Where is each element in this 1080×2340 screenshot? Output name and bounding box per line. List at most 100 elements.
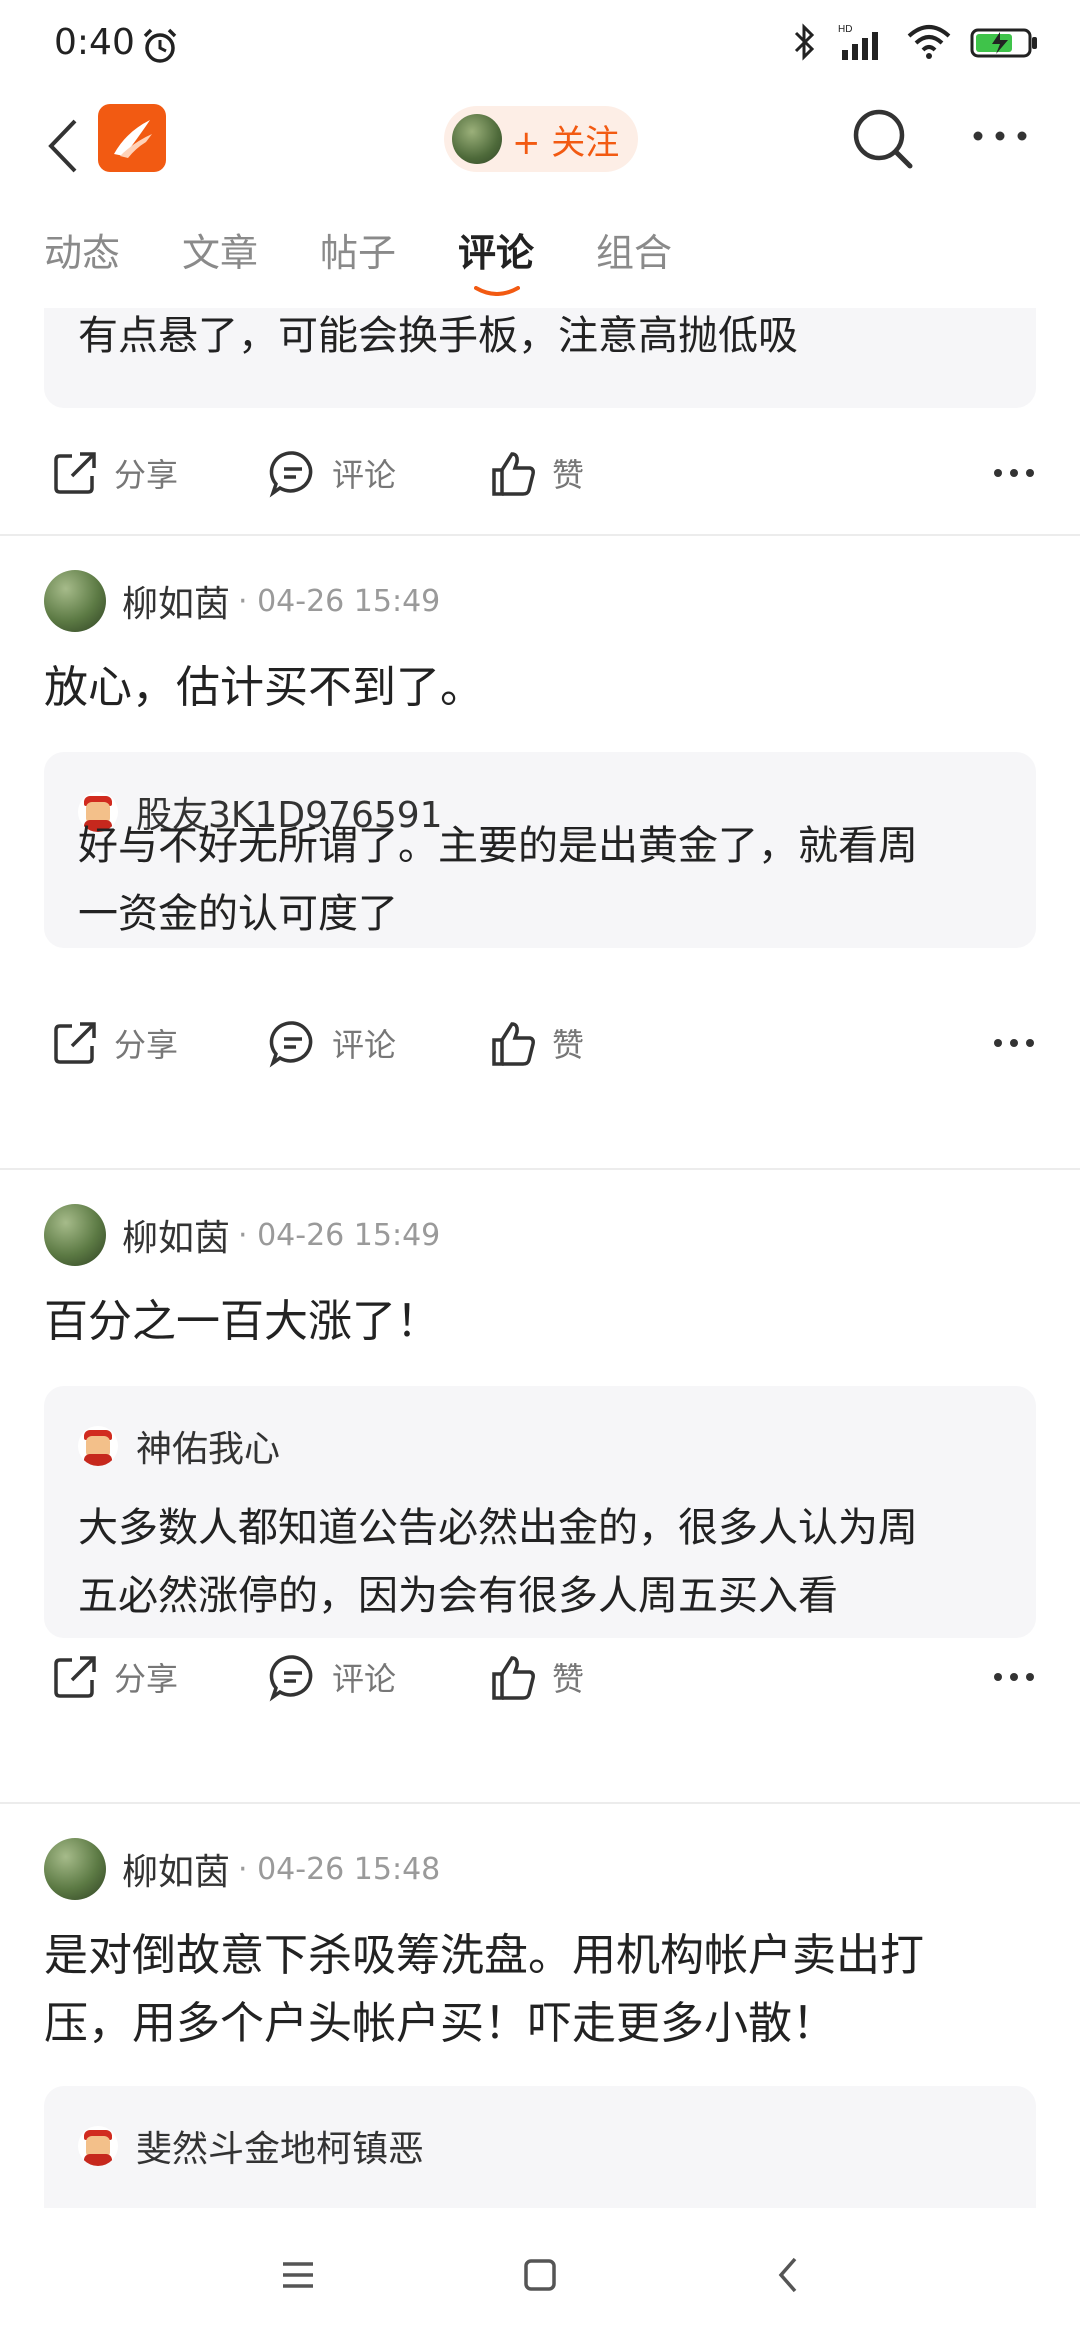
avatar[interactable] bbox=[44, 1204, 106, 1266]
status-bar: 0:40 HD bbox=[0, 0, 1080, 96]
author-name[interactable]: 柳如茵 bbox=[122, 575, 230, 627]
comment-icon bbox=[269, 451, 313, 498]
more-dots-icon[interactable] bbox=[992, 1028, 1036, 1058]
author-row[interactable]: 柳如茵 · 04-26 15:49 bbox=[44, 1202, 440, 1268]
thumbs-up-icon bbox=[492, 1022, 535, 1066]
share-icon bbox=[54, 452, 96, 494]
post-text[interactable]: 百分之一百大涨了！ bbox=[44, 1288, 1034, 1356]
avatar bbox=[78, 1426, 118, 1466]
share-button[interactable]: 分享 bbox=[50, 998, 178, 1088]
avatar[interactable] bbox=[44, 570, 106, 632]
author-row[interactable]: 柳如茵 · 04-26 15:48 bbox=[44, 1836, 440, 1902]
author-name[interactable]: 柳如茵 bbox=[122, 1209, 230, 1261]
quote-text-container: 好与不好无所谓了。主要的是出黄金了，就看周 一资金的认可度了 bbox=[44, 752, 1036, 1004]
divider bbox=[0, 534, 1080, 536]
logo-icon bbox=[114, 120, 152, 158]
wifi-icon bbox=[906, 22, 952, 66]
menu-button[interactable] bbox=[268, 2250, 328, 2300]
chevron-left-icon bbox=[48, 119, 77, 173]
like-label: 赞 bbox=[552, 456, 585, 494]
cellular-signal-icon: HD bbox=[838, 22, 888, 66]
comment-button[interactable]: 评论 bbox=[268, 1632, 396, 1722]
share-icon bbox=[54, 1022, 96, 1064]
share-icon bbox=[54, 1656, 96, 1698]
comment-icon bbox=[269, 1655, 313, 1702]
bluetooth-icon bbox=[790, 22, 820, 66]
post-text-line[interactable]: 是对倒故意下杀吸筹洗盘。用机构帐户卖出打 bbox=[44, 1922, 1034, 1990]
more-menu-button[interactable] bbox=[970, 116, 1030, 156]
share-button[interactable]: 分享 bbox=[50, 428, 178, 518]
svg-text:HD: HD bbox=[838, 24, 852, 35]
action-bar: 分享 评论 赞 bbox=[0, 1632, 1080, 1722]
share-label: 分享 bbox=[114, 1026, 179, 1064]
system-navigation-bar bbox=[0, 2210, 1080, 2340]
quoted-comment[interactable]: 神佑我心 大多数人都知道公告必然出金的，很多人认为周 五必然涨停的，因为会有很多… bbox=[44, 1386, 1036, 1638]
author-row[interactable]: 柳如茵 · 04-26 15:49 bbox=[44, 568, 440, 634]
action-bar: 分享 评论 赞 bbox=[0, 428, 1080, 518]
thumbs-up-icon bbox=[492, 1656, 535, 1700]
comment-feed: 有点悬了，可能会换手板，注意高抛低吸 分享 评论 赞 柳如茵 · 04-26 1… bbox=[0, 308, 1080, 2208]
like-button[interactable]: 赞 bbox=[488, 428, 584, 518]
comment-icon bbox=[269, 1021, 313, 1068]
tab-posts[interactable]: 帖子 bbox=[320, 222, 396, 277]
quote-text-line: 大多数人都知道公告必然出金的，很多人认为周 bbox=[78, 1505, 918, 1551]
post-time: · 04-26 15:48 bbox=[238, 1851, 441, 1887]
quoted-comment[interactable]: 有点悬了，可能会换手板，注意高抛低吸 bbox=[44, 308, 1036, 408]
avatar bbox=[452, 114, 502, 164]
post-time: · 04-26 15:49 bbox=[238, 583, 441, 619]
quote-text-line: 五必然涨停的，因为会有很多人周五买入看 bbox=[78, 1573, 838, 1619]
quote-user: 神佑我心 bbox=[136, 1429, 281, 1470]
search-icon bbox=[853, 109, 913, 169]
comment-label: 评论 bbox=[332, 1660, 397, 1698]
action-bar: 分享 评论 赞 bbox=[0, 998, 1080, 1088]
comment-label: 评论 bbox=[332, 1026, 397, 1064]
battery-icon bbox=[970, 22, 1040, 66]
quote-text-line: 一资金的认可度了 bbox=[78, 891, 398, 937]
thumbs-up-icon bbox=[492, 452, 535, 496]
like-button[interactable]: 赞 bbox=[488, 1632, 584, 1722]
app-logo bbox=[98, 104, 166, 172]
more-dots-icon[interactable] bbox=[992, 458, 1036, 488]
share-button[interactable]: 分享 bbox=[50, 1632, 178, 1722]
share-label: 分享 bbox=[114, 456, 179, 494]
chevron-left-icon bbox=[778, 2257, 797, 2293]
avatar[interactable] bbox=[44, 1838, 106, 1900]
quote-user: 斐然斗金地柯镇恶 bbox=[136, 2129, 425, 2170]
quoted-comment[interactable]: 斐然斗金地柯镇恶 bbox=[44, 2086, 1036, 2208]
menu-icon bbox=[283, 2262, 313, 2288]
like-label: 赞 bbox=[552, 1026, 585, 1064]
divider bbox=[0, 1802, 1080, 1804]
tab-bar: 动态 文章 帖子 评论 组合 bbox=[0, 222, 1080, 310]
home-square-icon bbox=[524, 2259, 556, 2291]
tab-portfolio[interactable]: 组合 bbox=[596, 222, 672, 277]
tab-comments[interactable]: 评论 bbox=[458, 222, 534, 277]
post-time: · 04-26 15:49 bbox=[238, 1217, 441, 1253]
quote-text-line: 好与不好无所谓了。主要的是出黄金了，就看周 bbox=[78, 823, 918, 869]
post-text[interactable]: 放心，估计买不到了。 bbox=[44, 654, 1034, 722]
search-button[interactable] bbox=[850, 106, 916, 172]
home-button[interactable] bbox=[510, 2250, 570, 2300]
comment-label: 评论 bbox=[332, 456, 397, 494]
divider bbox=[0, 1168, 1080, 1170]
follow-button[interactable]: + 关注 bbox=[444, 106, 638, 172]
status-time: 0:40 bbox=[54, 22, 135, 63]
comment-button[interactable]: 评论 bbox=[268, 428, 396, 518]
quote-author: 神佑我心 bbox=[78, 1420, 280, 1472]
quote-text: 有点悬了，可能会换手板，注意高抛低吸 bbox=[78, 313, 798, 359]
system-back-button[interactable] bbox=[758, 2250, 818, 2300]
like-label: 赞 bbox=[552, 1660, 585, 1698]
tab-dynamics[interactable]: 动态 bbox=[44, 222, 120, 277]
tab-articles[interactable]: 文章 bbox=[182, 222, 258, 277]
share-label: 分享 bbox=[114, 1660, 179, 1698]
active-tab-indicator bbox=[474, 286, 520, 296]
post-text-line[interactable]: 压，用多个户头帐户买！吓走更多小散！ bbox=[44, 1990, 1034, 2058]
back-button[interactable] bbox=[38, 106, 88, 186]
more-dots-icon bbox=[973, 131, 1027, 141]
like-button[interactable]: 赞 bbox=[488, 998, 584, 1088]
author-name[interactable]: 柳如茵 bbox=[122, 1843, 230, 1895]
quote-author: 斐然斗金地柯镇恶 bbox=[78, 2120, 424, 2172]
follow-label: + 关注 bbox=[512, 122, 620, 163]
more-dots-icon[interactable] bbox=[992, 1662, 1036, 1692]
alarm-icon bbox=[140, 26, 180, 70]
comment-button[interactable]: 评论 bbox=[268, 998, 396, 1088]
